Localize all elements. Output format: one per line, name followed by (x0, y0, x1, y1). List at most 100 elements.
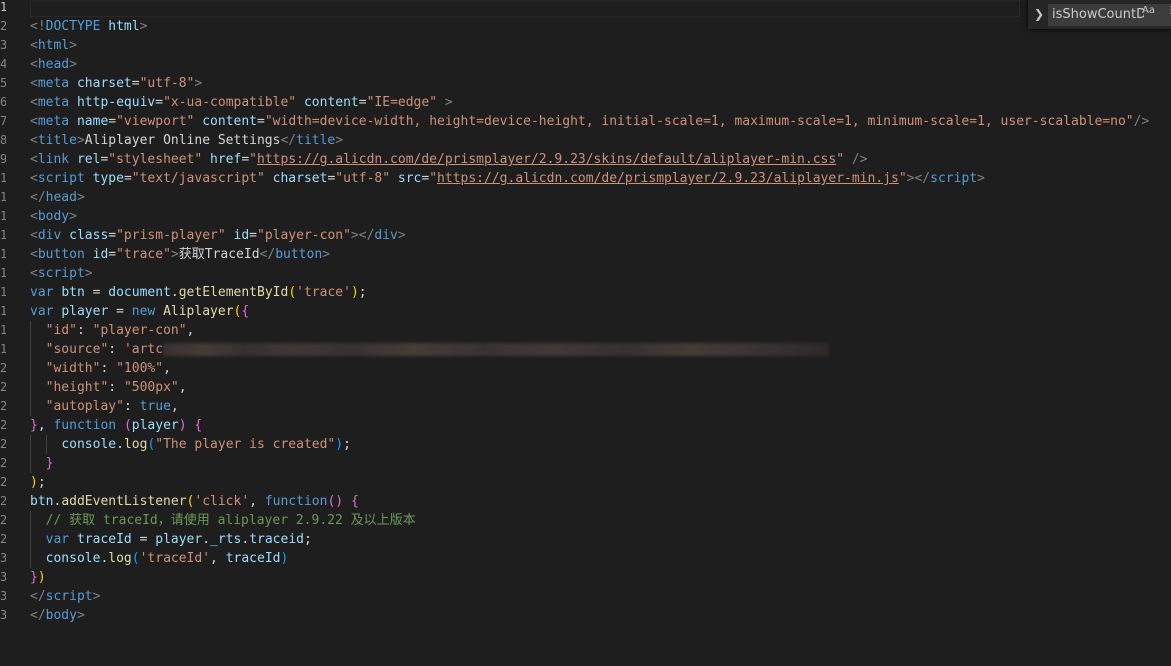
code-token: </ (30, 608, 46, 623)
indent-guide (30, 340, 31, 359)
code-token: true (139, 399, 171, 414)
code-line[interactable]: <html> (30, 36, 77, 55)
code-token: < (30, 209, 38, 224)
code-line[interactable]: console.log("The player is created"); (30, 435, 351, 454)
line-number: 30 (0, 551, 6, 565)
code-line[interactable]: <body> (30, 207, 77, 226)
code-token: > (76, 608, 85, 623)
code-line[interactable]: <meta http-equiv="x-ua-compatible" conte… (30, 93, 453, 112)
code-line[interactable]: <script type="text/javascript" charset="… (30, 169, 985, 188)
code-token: script (37, 266, 85, 281)
code-line[interactable]: var traceId = player._rts.traceid; (30, 530, 312, 549)
line-number: 5 (0, 76, 6, 90)
match-whole-word-icon[interactable]: ⋮ (1166, 4, 1171, 18)
code-line[interactable]: console.log('traceId', traceId) (30, 549, 288, 568)
code-line[interactable]: ); (30, 473, 46, 492)
code-token: meta (37, 114, 70, 129)
code-line[interactable]: var player = new Aliplayer({ (30, 302, 249, 321)
code-token: . (202, 532, 211, 547)
line-number: 10 (0, 171, 6, 185)
code-token: getElementById (178, 285, 289, 300)
code-line[interactable]: <script> (30, 264, 93, 283)
code-token: "viewport" (116, 114, 195, 129)
code-token: log (123, 437, 148, 452)
code-line[interactable]: <div class="prism-player" id="player-con… (30, 226, 406, 245)
code-token: "player-con" (257, 228, 351, 243)
code-token: } (45, 456, 54, 471)
code-line[interactable]: btn.addEventListener('click', function()… (30, 492, 359, 511)
code-line[interactable]: "source": 'artc (30, 340, 830, 359)
code-editor[interactable]: 1234567891011121314151617181920212223242… (0, 0, 1171, 666)
code-line[interactable]: // 获取 traceId，请使用 aliplayer 2.9.22 及以上版本 (30, 511, 416, 530)
code-token: = (123, 171, 132, 186)
code-token: > (194, 76, 203, 91)
code-line[interactable]: "autoplay": true, (30, 397, 179, 416)
code-token: "utf-8" (139, 76, 195, 91)
line-number: 11 (0, 190, 6, 204)
code-token: var (45, 532, 70, 547)
code-line[interactable]: }, function (player) { (30, 416, 202, 435)
line-number: 21 (0, 380, 6, 394)
code-line[interactable]: </body> (30, 606, 85, 625)
line-number: 4 (0, 57, 6, 71)
line-number: 17 (0, 304, 6, 318)
code-token: < (30, 152, 38, 167)
code-line[interactable]: <!DOCTYPE html> (30, 17, 147, 36)
code-token: src (397, 171, 422, 186)
code-token: https://g.alicdn.com/de/prismplayer/2.9.… (257, 152, 837, 167)
code-token: // 获取 traceId，请使用 aliplayer 2.9.22 及以上版本 (45, 513, 416, 528)
code-token: . (116, 437, 124, 452)
code-token: > (69, 38, 77, 53)
line-number: 13 (0, 228, 6, 242)
code-line[interactable]: </script> (30, 587, 100, 606)
indent-guide (30, 321, 31, 340)
code-line[interactable]: <meta name="viewport" content="width=dev… (30, 112, 1149, 131)
code-token: = (108, 228, 117, 243)
line-number: 7 (0, 114, 6, 128)
code-token: = (131, 76, 140, 91)
code-token: http-equiv (76, 95, 156, 110)
current-line-highlight (30, 0, 1020, 17)
code-token: ; (343, 437, 351, 452)
code-line[interactable]: <title>Aliplayer Online Settings</title> (30, 131, 343, 150)
code-line[interactable]: <link rel="stylesheet" href="https://g.a… (30, 150, 868, 169)
match-case-toggle[interactable]: Aa (1142, 4, 1155, 18)
code-token: = (108, 247, 117, 262)
code-token: < (30, 247, 38, 262)
code-token: > (84, 266, 93, 281)
code-line[interactable]: </head> (30, 188, 85, 207)
code-line[interactable]: "height": "500px", (30, 378, 187, 397)
code-token: , (163, 361, 171, 376)
code-token: body (45, 608, 77, 623)
code-token: ) (280, 551, 289, 566)
code-line[interactable]: "width": "100%", (30, 359, 171, 378)
code-line[interactable]: var btn = document.getElementById('trace… (30, 283, 367, 302)
line-number: 23 (0, 418, 6, 432)
code-token: addEventListener (61, 494, 187, 509)
code-token: type (92, 171, 124, 186)
code-line[interactable]: } (30, 454, 53, 473)
chevron-right-icon[interactable]: ❯ (1034, 6, 1044, 22)
code-token: "500px" (123, 380, 179, 395)
code-token: "trace" (116, 247, 171, 262)
find-query: isShowCountDow (1052, 7, 1144, 22)
code-line[interactable]: <button id="trace">获取TraceId</button> (30, 245, 330, 264)
line-number: 28 (0, 513, 6, 527)
code-token: Aliplayer (163, 304, 234, 319)
code-token: < (30, 133, 38, 148)
code-line[interactable]: "id": "player-con", (30, 321, 194, 340)
code-token: ) (350, 285, 359, 300)
code-line[interactable]: }) (30, 568, 46, 587)
code-token: href (210, 152, 242, 167)
code-token: <! (30, 19, 46, 34)
code-line[interactable]: <head> (30, 55, 77, 74)
code-token: ; (358, 285, 367, 300)
code-line[interactable]: <meta charset="utf-8"> (30, 74, 202, 93)
